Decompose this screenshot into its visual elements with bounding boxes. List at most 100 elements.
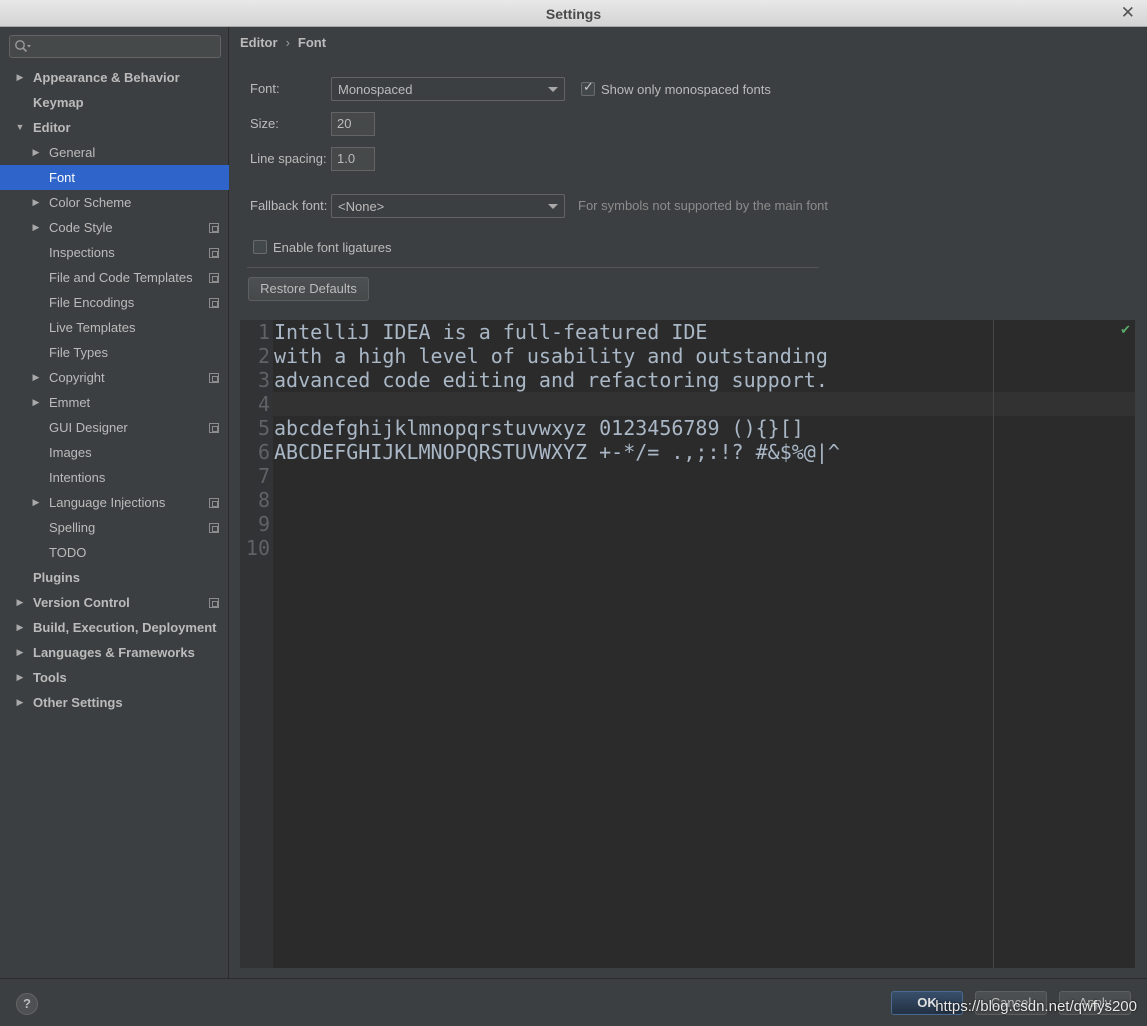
breadcrumb-parent[interactable]: Editor xyxy=(240,35,278,50)
line-number: 4 xyxy=(257,392,270,416)
expand-arrow-down-icon[interactable]: ▼ xyxy=(14,115,26,140)
project-level-icon xyxy=(209,373,219,383)
sidebar-item-label: Inspections xyxy=(49,245,115,260)
search-icon xyxy=(15,40,31,53)
expand-arrow-right-icon[interactable]: ▶ xyxy=(30,365,42,390)
line-number: 5 xyxy=(257,416,270,440)
sidebar-item-label: Language Injections xyxy=(49,495,166,510)
settings-content: Editor › Font Font: Monospaced ✓ Show only… xyxy=(230,27,1147,978)
sidebar-item-label: Other Settings xyxy=(33,695,123,710)
sidebar-item-intentions[interactable]: Intentions xyxy=(0,465,229,490)
font-ligatures-checkbox[interactable] xyxy=(253,240,267,254)
right-margin-guide xyxy=(993,320,994,968)
check-icon: ✔ xyxy=(1120,323,1131,338)
sidebar-item-language-injections[interactable]: ▶ Language Injections xyxy=(0,490,229,515)
breadcrumb: Editor › Font xyxy=(240,35,326,50)
line-number: 7 xyxy=(257,464,270,488)
sidebar-item-editor[interactable]: ▼ Editor xyxy=(0,115,229,140)
sidebar-item-inspections[interactable]: Inspections xyxy=(0,240,229,265)
project-level-icon xyxy=(209,248,219,258)
expand-arrow-right-icon[interactable]: ▶ xyxy=(14,65,26,90)
sidebar-item-label: File and Code Templates xyxy=(49,270,193,285)
sidebar-item-color-scheme[interactable]: ▶ Color Scheme xyxy=(0,190,229,215)
chevron-down-icon xyxy=(548,87,558,92)
sidebar-item-plugins[interactable]: Plugins xyxy=(0,565,229,590)
sidebar-item-label: General xyxy=(49,145,96,160)
project-level-icon xyxy=(209,423,219,433)
line-number: 10 xyxy=(245,536,270,560)
sidebar-item-label: Editor xyxy=(33,120,71,135)
code-line: ABCDEFGHIJKLMNOPQRSTUVWXYZ +-*/= .,;:!? … xyxy=(274,440,840,464)
line-number: 3 xyxy=(257,368,270,392)
breadcrumb-separator: › xyxy=(285,35,290,50)
line-number-gutter: 1 2 3 4 5 6 7 8 9 10 xyxy=(240,320,273,968)
sidebar-item-appearance-behavior[interactable]: ▶ Appearance & Behavior xyxy=(0,65,229,90)
sidebar-item-label: Color Scheme xyxy=(49,195,132,210)
sidebar-item-label: Keymap xyxy=(33,95,84,110)
sidebar-item-images[interactable]: Images xyxy=(0,440,229,465)
fallback-font-value: <None> xyxy=(338,199,385,214)
close-icon[interactable]: ✕ xyxy=(1121,3,1135,23)
expand-arrow-right-icon[interactable]: ▶ xyxy=(14,640,26,665)
sidebar-item-emmet[interactable]: ▶ Emmet xyxy=(0,390,229,415)
sidebar-item-label: GUI Designer xyxy=(49,420,128,435)
sidebar-item-build-execution-deployment[interactable]: ▶ Build, Execution, Deployment xyxy=(0,615,229,640)
sidebar-item-version-control[interactable]: ▶ Version Control xyxy=(0,590,229,615)
dialog-footer: ? OK Cancel Apply https://blog.csdn.net/… xyxy=(0,978,1147,1026)
font-preview-editor[interactable]: 1 2 3 4 5 6 7 8 9 10 IntelliJ IDEA is a full-feat… xyxy=(240,320,1135,968)
project-level-icon xyxy=(209,498,219,508)
expand-arrow-right-icon[interactable]: ▶ xyxy=(14,615,26,640)
font-select[interactable]: Monospaced xyxy=(331,77,565,101)
sidebar-item-live-templates[interactable]: Live Templates xyxy=(0,315,229,340)
sidebar-item-label: Plugins xyxy=(33,570,80,585)
show-monospaced-label[interactable]: Show only monospaced fonts xyxy=(601,82,771,97)
sidebar-item-copyright[interactable]: ▶ Copyright xyxy=(0,365,229,390)
search-input[interactable] xyxy=(34,37,218,56)
sidebar-item-gui-designer[interactable]: GUI Designer xyxy=(0,415,229,440)
sidebar-item-label: Code Style xyxy=(49,220,113,235)
search-field[interactable] xyxy=(9,35,221,58)
sidebar-item-file-types[interactable]: File Types xyxy=(0,340,229,365)
sidebar-item-label: Copyright xyxy=(49,370,105,385)
divider xyxy=(247,267,819,268)
sidebar-item-code-style[interactable]: ▶ Code Style xyxy=(0,215,229,240)
fallback-font-select[interactable]: <None> xyxy=(331,194,565,218)
size-input[interactable]: 20 xyxy=(331,112,375,136)
code-line: advanced code editing and refactoring su… xyxy=(274,368,828,392)
sidebar-item-label: TODO xyxy=(49,545,87,560)
line-number: 1 xyxy=(257,320,270,344)
sidebar-item-label: File Encodings xyxy=(49,295,135,310)
window-title: Settings xyxy=(545,6,602,22)
show-monospaced-checkbox[interactable]: ✓ xyxy=(581,79,595,96)
sidebar-item-other-settings[interactable]: ▶ Other Settings xyxy=(0,690,229,715)
project-level-icon xyxy=(209,223,219,233)
sidebar-item-languages-frameworks[interactable]: ▶ Languages & Frameworks xyxy=(0,640,229,665)
line-number: 2 xyxy=(257,344,270,368)
caret-line-highlight xyxy=(273,392,1135,416)
sidebar-item-keymap[interactable]: Keymap xyxy=(0,90,229,115)
sidebar-item-label: Intentions xyxy=(49,470,106,485)
expand-arrow-right-icon[interactable]: ▶ xyxy=(14,690,26,715)
sidebar-item-label: Font xyxy=(49,170,76,185)
font-ligatures-label[interactable]: Enable font ligatures xyxy=(273,240,392,255)
help-button[interactable]: ? xyxy=(16,993,38,1015)
sidebar-item-spelling[interactable]: Spelling xyxy=(0,515,229,540)
sidebar-item-todo[interactable]: TODO xyxy=(0,540,229,565)
expand-arrow-right-icon[interactable]: ▶ xyxy=(14,590,26,615)
expand-arrow-right-icon[interactable]: ▶ xyxy=(30,140,42,165)
sidebar-item-label: Images xyxy=(49,445,92,460)
sidebar-item-file-and-code-templates[interactable]: File and Code Templates xyxy=(0,265,229,290)
sidebar-item-tools[interactable]: ▶ Tools xyxy=(0,665,229,690)
sidebar-item-general[interactable]: ▶ General xyxy=(0,140,229,165)
sidebar-item-font[interactable]: Font xyxy=(0,165,229,190)
sidebar-item-file-encodings[interactable]: File Encodings xyxy=(0,290,229,315)
code-line: IntelliJ IDEA is a full-featured IDE xyxy=(274,320,708,344)
expand-arrow-right-icon[interactable]: ▶ xyxy=(30,215,42,240)
line-spacing-input[interactable]: 1.0 xyxy=(331,147,375,171)
restore-defaults-button[interactable]: Restore Defaults xyxy=(248,277,369,301)
expand-arrow-right-icon[interactable]: ▶ xyxy=(30,490,42,515)
expand-arrow-right-icon[interactable]: ▶ xyxy=(30,390,42,415)
expand-arrow-right-icon[interactable]: ▶ xyxy=(14,665,26,690)
project-level-icon xyxy=(209,298,219,308)
expand-arrow-right-icon[interactable]: ▶ xyxy=(30,190,42,215)
